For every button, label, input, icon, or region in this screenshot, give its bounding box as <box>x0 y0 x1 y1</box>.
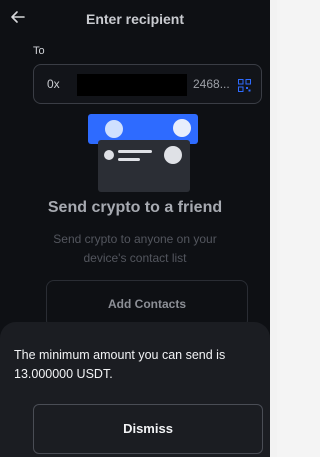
minimum-amount-message: The minimum amount you can send is 13.00… <box>14 348 226 381</box>
qr-scan-button[interactable] <box>238 79 251 92</box>
address-suffix: 2468... <box>193 77 230 91</box>
illustration-dot <box>104 150 114 160</box>
send-screen: Enter recipient To 0x 2468... Send crypt… <box>0 0 270 457</box>
add-contacts-label: Add Contacts <box>108 297 186 311</box>
send-to-friend-illustration <box>88 114 198 192</box>
illustration-line <box>118 150 152 153</box>
screen-edge <box>270 0 277 457</box>
dismiss-label: Dismiss <box>123 421 173 436</box>
recipient-address-input[interactable]: 0x 2468... <box>33 64 262 104</box>
address-prefix: 0x <box>47 77 60 91</box>
avatar-icon <box>173 119 191 137</box>
avatar-icon <box>164 146 182 164</box>
add-contacts-button[interactable]: Add Contacts <box>46 280 248 328</box>
check-circle-icon <box>105 120 123 138</box>
header: Enter recipient <box>0 0 270 40</box>
qr-code-icon <box>238 79 251 92</box>
minimum-amount-sheet: The minimum amount you can send is 13.00… <box>0 322 270 457</box>
empty-state-heading: Send crypto to a friend <box>47 199 223 216</box>
to-label: To <box>33 45 45 57</box>
address-redaction <box>77 74 187 96</box>
page-title: Enter recipient <box>85 11 185 27</box>
illustration-line <box>118 158 140 161</box>
dismiss-button[interactable]: Dismiss <box>33 404 263 454</box>
empty-state-subtitle: Send crypto to anyone on your device's c… <box>53 232 217 265</box>
